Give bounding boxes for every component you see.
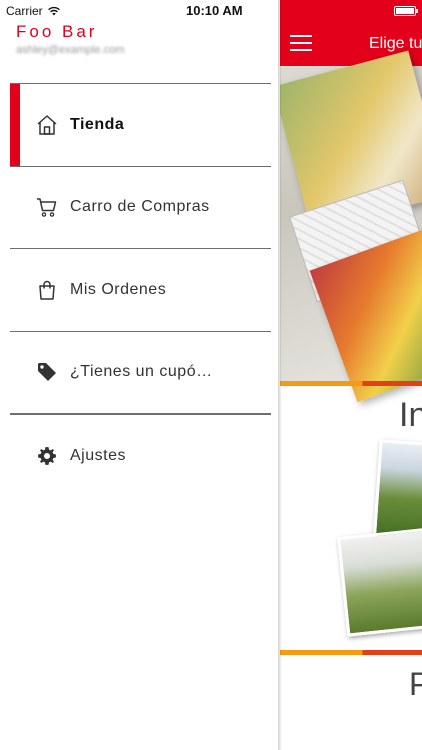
active-indicator: [10, 84, 20, 166]
wifi-icon: [47, 6, 60, 16]
menu-item-label: Carro de Compras: [70, 198, 210, 216]
gear-icon: [36, 445, 58, 467]
hero-image[interactable]: [280, 50, 422, 403]
navigation-drawer: Foo Bar ashley@example.com Tienda Carro …: [0, 0, 280, 750]
menu-item-cupon[interactable]: ¿Tienes un cupó…: [10, 330, 271, 414]
status-carrier-group: Carrier: [6, 4, 61, 18]
drawer-shadow: [278, 0, 282, 750]
status-time: 10:10 AM: [186, 3, 243, 18]
shopping-bag-icon: [36, 279, 58, 301]
card-title: P: [409, 666, 422, 702]
menu-item-mis-ordenes[interactable]: Mis Ordenes: [10, 248, 271, 331]
tag-icon: [36, 361, 58, 383]
cart-icon: [36, 196, 58, 218]
status-bar: Carrier 10:10 AM: [0, 0, 422, 22]
user-email: ashley@example.com: [16, 44, 125, 56]
store-icon: [36, 114, 58, 136]
battery-icon: [394, 6, 418, 16]
app-bar-title: Elige tu: [369, 35, 422, 52]
menu-item-tienda[interactable]: Tienda: [10, 83, 271, 166]
menu-item-label: Tienda: [70, 115, 125, 133]
drawer-menu: Tienda Carro de Compras Mis Ordenes ¿Tie…: [10, 83, 271, 498]
menu-item-label: Mis Ordenes: [70, 280, 167, 298]
main-content: Elige tu In P: [280, 0, 422, 750]
card-title: In: [399, 396, 422, 434]
menu-item-label: Ajustes: [70, 447, 126, 465]
photo-print-image[interactable]: [337, 527, 422, 637]
accent-divider: [280, 381, 422, 386]
menu-item-label: ¿Tienes un cupó…: [70, 363, 213, 381]
drawer-user-header: Foo Bar ashley@example.com: [16, 22, 124, 56]
carrier-label: Carrier: [6, 4, 43, 18]
hamburger-menu-icon[interactable]: [290, 35, 312, 51]
user-name: Foo Bar: [16, 22, 98, 41]
menu-item-ajustes[interactable]: Ajustes: [10, 415, 271, 498]
menu-item-carro-de-compras[interactable]: Carro de Compras: [10, 165, 271, 249]
accent-divider: [280, 650, 422, 655]
